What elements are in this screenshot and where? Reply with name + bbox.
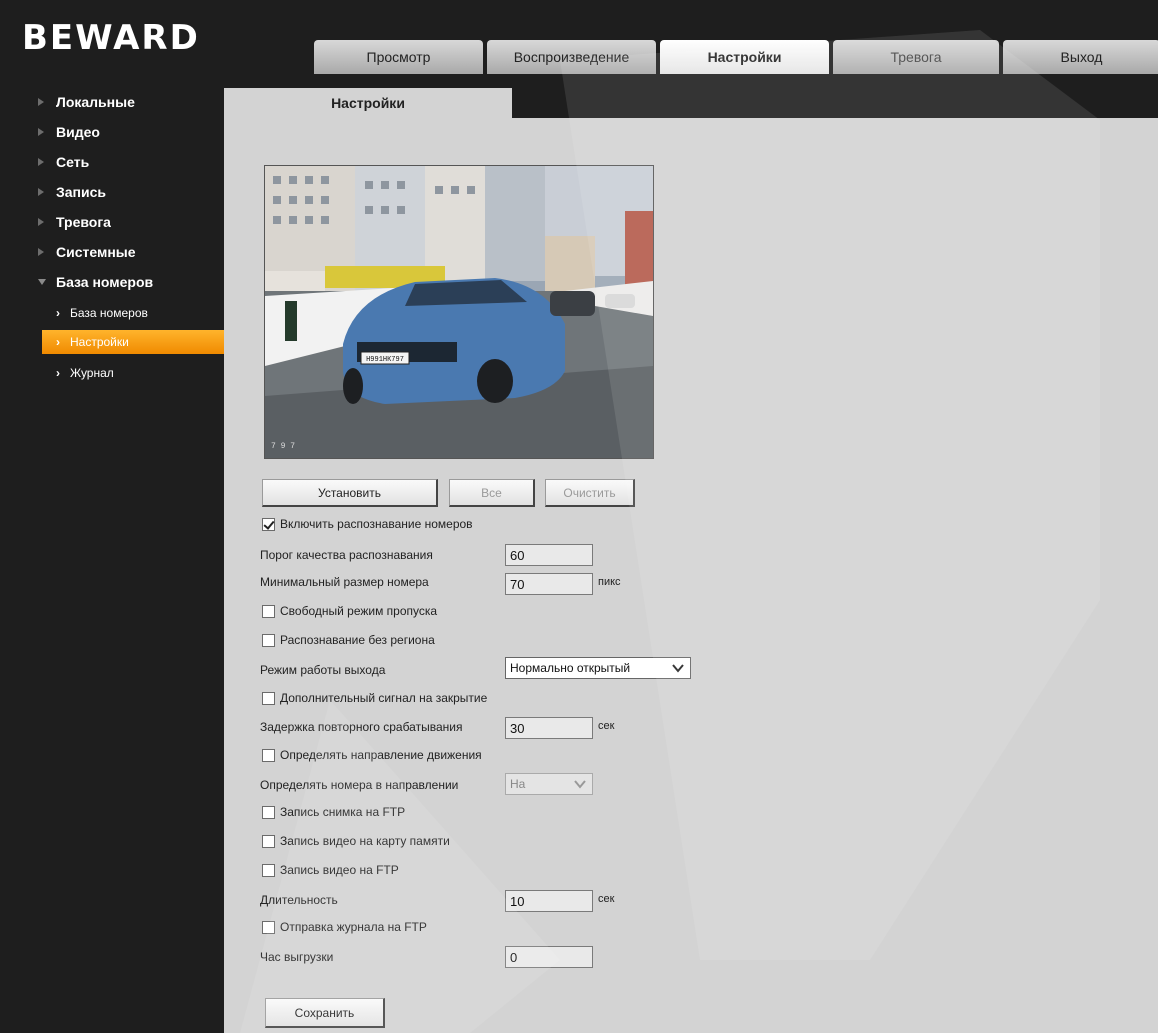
- chevron-right-icon: ›: [56, 335, 60, 349]
- sidebar-item-local[interactable]: Локальные: [38, 89, 135, 115]
- quality-threshold-input[interactable]: [505, 544, 593, 566]
- no-region-label: Распознавание без региона: [280, 633, 435, 647]
- no-region-checkbox[interactable]: [262, 634, 275, 647]
- chevron-down-icon: [672, 664, 684, 673]
- upload-hour-input[interactable]: [505, 946, 593, 968]
- enable-recognition-label: Включить распознавание номеров: [280, 517, 473, 531]
- min-plate-size-label: Минимальный размер номера: [260, 575, 429, 589]
- triangle-right-icon: [38, 218, 44, 226]
- tab-playback[interactable]: Воспроизведение: [487, 40, 656, 74]
- direction-detect-checkbox[interactable]: [262, 749, 275, 762]
- camera-preview[interactable]: Н991НК797 7 9 7: [264, 165, 654, 459]
- sidebar-item-video[interactable]: Видео: [38, 119, 100, 145]
- retrigger-delay-unit: сек: [598, 720, 615, 732]
- tab-exit[interactable]: Выход: [1003, 40, 1158, 74]
- ftp-video-checkbox[interactable]: [262, 864, 275, 877]
- free-pass-checkbox[interactable]: [262, 605, 275, 618]
- save-button[interactable]: Сохранить: [265, 998, 385, 1028]
- min-plate-size-input[interactable]: [505, 573, 593, 595]
- set-button[interactable]: Установить: [262, 479, 438, 507]
- sidebar-item-alarm[interactable]: Тревога: [38, 209, 111, 235]
- sidebar-subitem-settings[interactable]: › Настройки: [42, 330, 224, 354]
- ftp-video-label: Запись видео на FTP: [280, 863, 399, 877]
- tab-settings[interactable]: Настройки: [660, 40, 829, 74]
- direction-filter-label: Определять номера в направлении: [260, 778, 459, 792]
- triangle-right-icon: [38, 158, 44, 166]
- clear-button[interactable]: Очистить: [545, 479, 635, 507]
- sidebar-item-record[interactable]: Запись: [38, 179, 106, 205]
- upload-hour-label: Час выгрузки: [260, 950, 334, 964]
- ftp-log-label: Отправка журнала на FTP: [280, 920, 427, 934]
- min-plate-size-unit: пикс: [598, 576, 621, 588]
- sidebar-item-plate-db[interactable]: База номеров: [38, 269, 153, 295]
- chevron-down-icon: [574, 780, 586, 789]
- duration-unit: сек: [598, 893, 615, 905]
- duration-label: Длительность: [260, 893, 338, 907]
- sidebar-item-system[interactable]: Системные: [38, 239, 136, 265]
- ftp-snapshot-label: Запись снимка на FTP: [280, 805, 406, 819]
- tab-alarm[interactable]: Тревога: [833, 40, 999, 74]
- sidebar-subitem-plate-db[interactable]: › База номеров: [42, 301, 224, 325]
- chevron-right-icon: ›: [56, 366, 60, 380]
- beward-logo: BEWARD: [22, 18, 200, 58]
- duration-input[interactable]: [505, 890, 593, 912]
- direction-filter-select[interactable]: На: [505, 773, 593, 795]
- ftp-log-checkbox[interactable]: [262, 921, 275, 934]
- output-mode-select[interactable]: Нормально открытый: [505, 657, 691, 679]
- triangle-right-icon: [38, 128, 44, 136]
- chevron-right-icon: ›: [56, 306, 60, 320]
- output-mode-label: Режим работы выхода: [260, 663, 386, 677]
- free-pass-label: Свободный режим пропуска: [280, 604, 438, 618]
- triangle-right-icon: [38, 188, 44, 196]
- triangle-down-icon: [38, 279, 46, 285]
- triangle-right-icon: [38, 98, 44, 106]
- camera-timestamp: 7 9 7: [271, 442, 295, 451]
- extra-signal-label: Дополнительный сигнал на закрытие: [280, 691, 488, 705]
- tab-view[interactable]: Просмотр: [314, 40, 483, 74]
- top-header: BEWARD Просмотр Воспроизведение Настройк…: [0, 0, 1158, 88]
- quality-threshold-label: Порог качества распознавания: [260, 548, 433, 562]
- sd-video-label: Запись видео на карту памяти: [280, 834, 450, 848]
- sd-video-checkbox[interactable]: [262, 835, 275, 848]
- extra-signal-checkbox[interactable]: [262, 692, 275, 705]
- sidebar-item-network[interactable]: Сеть: [38, 149, 89, 175]
- all-button[interactable]: Все: [449, 479, 535, 507]
- enable-recognition-checkbox[interactable]: [262, 518, 275, 531]
- license-plate-text: Н991НК797: [366, 356, 404, 364]
- sidebar: [0, 88, 224, 1033]
- retrigger-delay-input[interactable]: [505, 717, 593, 739]
- direction-detect-label: Определять направление движения: [280, 748, 482, 762]
- main-tabs: Просмотр Воспроизведение Настройки Трево…: [314, 40, 1158, 74]
- triangle-right-icon: [38, 248, 44, 256]
- ftp-snapshot-checkbox[interactable]: [262, 806, 275, 819]
- page-title: Настройки: [224, 88, 512, 118]
- sidebar-subitem-journal[interactable]: › Журнал: [42, 361, 224, 385]
- retrigger-delay-label: Задержка повторного срабатывания: [260, 720, 463, 734]
